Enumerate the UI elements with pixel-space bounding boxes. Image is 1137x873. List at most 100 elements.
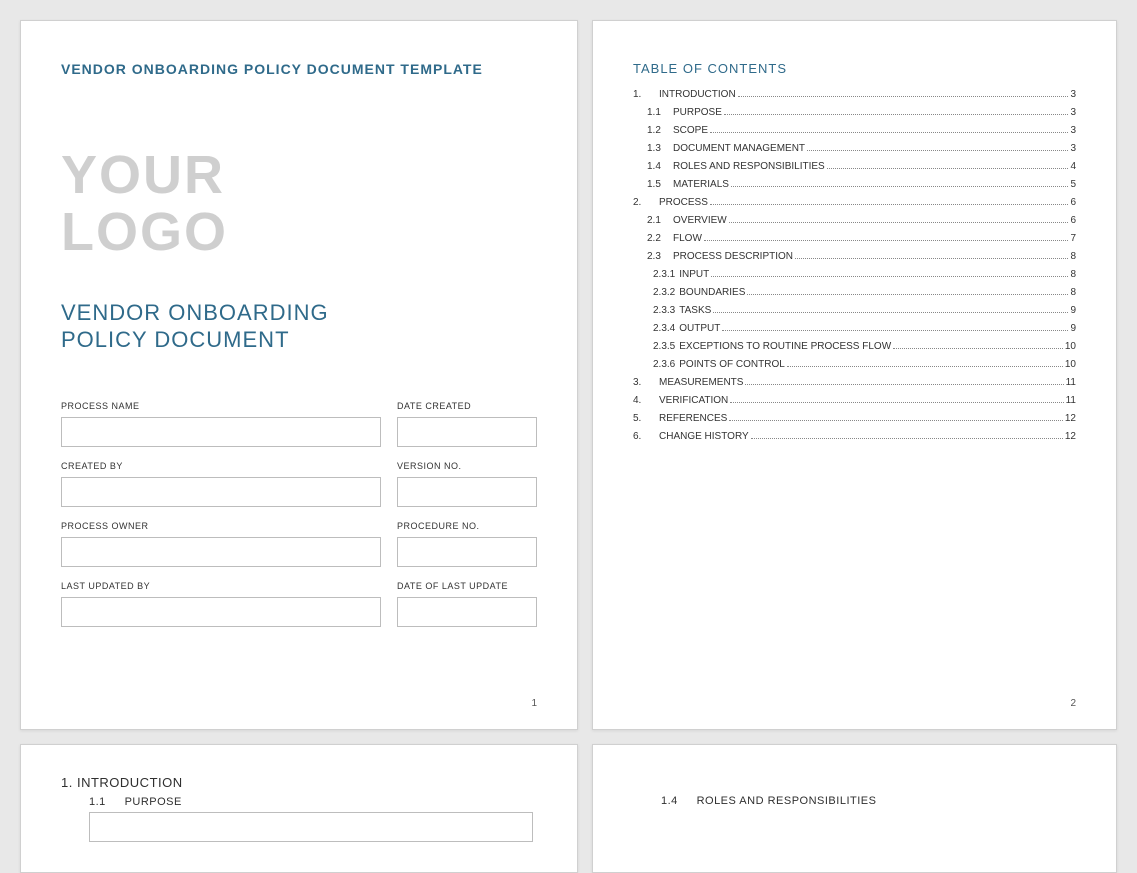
toc-entry-page: 3 <box>1070 104 1076 122</box>
toc-entry[interactable]: 2.3.2BOUNDARIES8 <box>653 284 1076 302</box>
toc-entry-num: 4. <box>633 392 659 410</box>
toc-entry-page: 11 <box>1066 374 1076 392</box>
toc-entry-num: 1.4 <box>647 158 673 176</box>
toc-entry-label: PURPOSE <box>673 104 722 122</box>
toc-entry-num: 1.2 <box>647 122 673 140</box>
toc-leader-dots <box>713 312 1068 313</box>
toc-entry-label: OUTPUT <box>679 320 720 338</box>
toc-entry[interactable]: 1.1PURPOSE 3 <box>647 104 1076 122</box>
toc-leader-dots <box>729 222 1069 223</box>
toc-entry[interactable]: 2.3.3TASKS9 <box>653 302 1076 320</box>
page-2: TABLE OF CONTENTS 1.INTRODUCTION31.1PURP… <box>592 20 1117 730</box>
input-last-updated-by[interactable] <box>61 597 381 627</box>
label-last-updated-by: LAST UPDATED BY <box>61 581 381 591</box>
toc-entry[interactable]: 2.3.5EXCEPTIONS TO ROUTINE PROCESS FLOW1… <box>653 338 1076 356</box>
toc-leader-dots <box>729 420 1063 421</box>
section-1-1-num: 1.1 <box>89 796 121 808</box>
toc-entry-num: 5. <box>633 410 659 428</box>
document-subtitle: VENDOR ONBOARDING POLICY DOCUMENT <box>61 300 537 353</box>
toc-entry-num: 2.3.5 <box>653 338 679 356</box>
toc-entry[interactable]: 2.3.6POINTS OF CONTROL10 <box>653 356 1076 374</box>
toc-list: 1.INTRODUCTION31.1PURPOSE31.2SCOPE31.3DO… <box>633 86 1076 446</box>
toc-leader-dots <box>711 276 1068 277</box>
toc-entry-label: SCOPE <box>673 122 708 140</box>
toc-entry[interactable]: 4.VERIFICATION11 <box>633 392 1076 410</box>
toc-entry-num: 2.3.3 <box>653 302 679 320</box>
template-title: VENDOR ONBOARDING POLICY DOCUMENT TEMPLA… <box>61 61 537 77</box>
toc-leader-dots <box>751 438 1063 439</box>
section-1-4-heading: 1.4 ROLES AND RESPONSIBILITIES <box>661 795 1076 807</box>
subtitle-line-2: POLICY DOCUMENT <box>61 327 537 353</box>
input-process-name[interactable] <box>61 417 381 447</box>
toc-leader-dots <box>724 114 1069 115</box>
toc-entry[interactable]: 3.MEASUREMENTS11 <box>633 374 1076 392</box>
section-1-4-label: ROLES AND RESPONSIBILITIES <box>697 795 877 807</box>
page-1: VENDOR ONBOARDING POLICY DOCUMENT TEMPLA… <box>20 20 578 730</box>
toc-entry[interactable]: 1.4ROLES AND RESPONSIBILITIES 4 <box>647 158 1076 176</box>
toc-entry-page: 5 <box>1070 176 1076 194</box>
form-grid: PROCESS NAME DATE CREATED CREATED BY VER… <box>61 393 537 627</box>
toc-entry[interactable]: 2.PROCESS6 <box>633 194 1076 212</box>
toc-entry[interactable]: 1.2SCOPE 3 <box>647 122 1076 140</box>
toc-entry[interactable]: 1.3DOCUMENT MANAGEMENT3 <box>647 140 1076 158</box>
toc-entry[interactable]: 2.3.4OUTPUT 9 <box>653 320 1076 338</box>
toc-leader-dots <box>893 348 1063 349</box>
input-process-owner[interactable] <box>61 537 381 567</box>
toc-entry-num: 1.5 <box>647 176 673 194</box>
toc-entry-page: 8 <box>1070 266 1076 284</box>
input-procedure-no[interactable] <box>397 537 537 567</box>
toc-entry-page: 10 <box>1065 356 1076 374</box>
toc-entry[interactable]: 2.3PROCESS DESCRIPTION8 <box>647 248 1076 266</box>
toc-entry-num: 1.1 <box>647 104 673 122</box>
pages-grid: VENDOR ONBOARDING POLICY DOCUMENT TEMPLA… <box>20 20 1117 873</box>
toc-entry[interactable]: 6.CHANGE HISTORY12 <box>633 428 1076 446</box>
input-date-created[interactable] <box>397 417 537 447</box>
input-created-by[interactable] <box>61 477 381 507</box>
toc-entry-label: FLOW <box>673 230 702 248</box>
section-1-1-label: PURPOSE <box>125 796 182 808</box>
toc-leader-dots <box>747 294 1068 295</box>
toc-entry-label: POINTS OF CONTROL <box>679 356 785 374</box>
toc-entry[interactable]: 1.5MATERIALS 5 <box>647 176 1076 194</box>
label-procedure-no: PROCEDURE NO. <box>397 521 537 531</box>
toc-entry-label: CHANGE HISTORY <box>659 428 749 446</box>
toc-entry-page: 10 <box>1065 338 1076 356</box>
toc-entry-page: 3 <box>1070 140 1076 158</box>
toc-entry-label: INPUT <box>679 266 709 284</box>
toc-entry-label: ROLES AND RESPONSIBILITIES <box>673 158 825 176</box>
toc-entry-label: MATERIALS <box>673 176 729 194</box>
toc-title: TABLE OF CONTENTS <box>633 61 1076 76</box>
section-1-label: INTRODUCTION <box>77 775 183 790</box>
toc-entry-page: 9 <box>1070 302 1076 320</box>
label-created-by: CREATED BY <box>61 461 381 471</box>
toc-entry-page: 3 <box>1070 122 1076 140</box>
label-process-name: PROCESS NAME <box>61 401 381 411</box>
toc-entry-page: 12 <box>1065 428 1076 446</box>
toc-entry-label: PROCESS DESCRIPTION <box>673 248 793 266</box>
input-version-no[interactable] <box>397 477 537 507</box>
logo-placeholder: YOUR LOGO <box>61 147 537 260</box>
toc-entry-num: 2.3 <box>647 248 673 266</box>
toc-leader-dots <box>731 186 1069 187</box>
toc-entry[interactable]: 2.2FLOW7 <box>647 230 1076 248</box>
toc-entry-page: 8 <box>1070 284 1076 302</box>
page-number-2: 2 <box>1070 698 1076 709</box>
toc-entry-page: 7 <box>1070 230 1076 248</box>
page-number-1: 1 <box>531 698 537 709</box>
toc-entry-num: 2. <box>633 194 659 212</box>
toc-entry[interactable]: 5.REFERENCES 12 <box>633 410 1076 428</box>
toc-entry[interactable]: 2.3.1INPUT8 <box>653 266 1076 284</box>
toc-entry-page: 12 <box>1065 410 1076 428</box>
input-date-of-last-update[interactable] <box>397 597 537 627</box>
page-4: 1.4 ROLES AND RESPONSIBILITIES <box>592 744 1117 873</box>
toc-entry-label: REFERENCES <box>659 410 727 428</box>
logo-line-1: YOUR <box>61 147 537 204</box>
toc-entry-page: 11 <box>1066 392 1076 410</box>
toc-entry-page: 6 <box>1070 212 1076 230</box>
toc-leader-dots <box>704 240 1069 241</box>
toc-entry[interactable]: 2.1OVERVIEW6 <box>647 212 1076 230</box>
toc-entry-num: 2.3.4 <box>653 320 679 338</box>
toc-entry-page: 9 <box>1070 320 1076 338</box>
toc-entry[interactable]: 1.INTRODUCTION3 <box>633 86 1076 104</box>
toc-entry-page: 4 <box>1070 158 1076 176</box>
